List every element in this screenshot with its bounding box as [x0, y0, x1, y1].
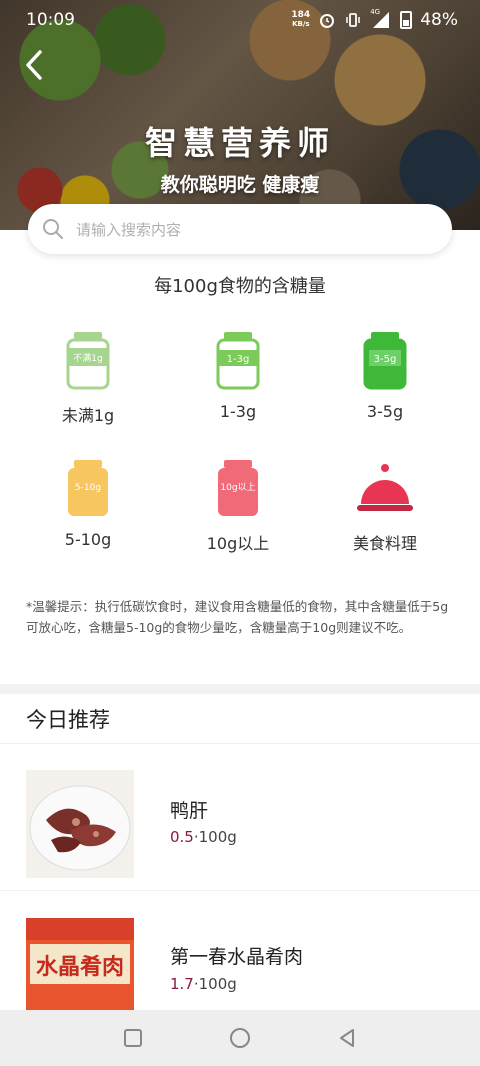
food-sugar: 1.7·100g: [170, 975, 237, 993]
circle-icon: [229, 1028, 250, 1048]
category-label: 美食料理: [352, 534, 417, 553]
data-speed-indicator: 184 KB/s: [291, 11, 310, 29]
search-placeholder: 请输入搜索内容: [76, 220, 182, 239]
food-image: 水晶肴肉: [26, 918, 134, 1010]
food-sugar: 0.5·100g: [170, 828, 237, 846]
battery-level: 48%: [420, 10, 458, 30]
jar-icon: 1-3g: [216, 332, 260, 390]
search-input[interactable]: 请输入搜索内容: [28, 204, 452, 254]
category-label: 5-10g: [64, 530, 112, 549]
sugar-value: 0.5: [170, 828, 194, 846]
category-3-5g[interactable]: 3-5g 3-5g: [325, 330, 445, 421]
jar-label: 1-3g: [227, 354, 250, 365]
category-over-10g[interactable]: 10g以上 10g以上: [178, 458, 298, 554]
food-image: [26, 770, 134, 878]
signal-label: 4G: [370, 8, 381, 16]
search-icon: [43, 219, 63, 239]
sugar-unit: ·100g: [193, 975, 237, 993]
triangle-back-icon: [339, 1029, 354, 1047]
jar-label: 5-10g: [75, 483, 101, 493]
chevron-left-icon: [26, 50, 42, 80]
package-text: 水晶肴肉: [36, 954, 124, 980]
sugar-unit: ·100g: [193, 828, 237, 846]
data-speed-value: 184: [291, 10, 311, 20]
recents-button[interactable]: [113, 1018, 153, 1058]
jar-label: 不满1g: [73, 353, 102, 364]
category-label: 1-3g: [219, 402, 257, 421]
hero-title: 智慧营养师: [144, 124, 335, 162]
category-1-3g[interactable]: 1-3g 1-3g: [178, 330, 298, 421]
jar-icon: 5-10g: [68, 460, 108, 516]
jar-icon: 不满1g: [66, 332, 110, 390]
data-speed-unit: KB/s: [292, 20, 310, 28]
status-time: 10:09: [26, 10, 75, 30]
section-divider: [0, 684, 480, 694]
divider: [0, 890, 480, 891]
battery-icon: [400, 11, 413, 29]
home-button[interactable]: [220, 1018, 260, 1058]
hero-subtitle: 教你聪明吃 健康瘦: [160, 174, 320, 196]
list-item[interactable]: 鸭肝 0.5·100g: [0, 744, 480, 891]
category-5-10g[interactable]: 5-10g 5-10g: [28, 458, 148, 549]
section-title: 每100g食物的含糖量: [154, 276, 326, 297]
category-label: 10g以上: [206, 534, 270, 553]
jar-icon: 3-5g: [363, 332, 407, 390]
category-label: 未满1g: [61, 406, 115, 425]
vibrate-icon: [344, 12, 362, 28]
food-name: 鸭肝: [170, 800, 209, 822]
sugar-value: 1.7: [170, 975, 194, 993]
category-cuisine[interactable]: 美食料理: [325, 458, 445, 554]
status-icons: 184 KB/s 4G 48%: [291, 8, 458, 30]
square-icon: [124, 1029, 143, 1047]
category-under-1g[interactable]: 不满1g 未满1g: [28, 330, 148, 426]
jar-label: 10g以上: [220, 482, 255, 493]
system-nav-bar: [0, 1010, 480, 1066]
jar-icon: 10g以上: [218, 460, 258, 516]
cloche-icon: [357, 464, 413, 511]
jar-label: 3-5g: [374, 354, 397, 365]
signal-icon: 4G: [370, 8, 392, 28]
back-button[interactable]: [20, 48, 52, 82]
tip-text: *温馨提示：执行低碳饮食时，建议食用含糖量低的食物，其中含糖量低于5g可放心吃，…: [26, 599, 449, 635]
alarm-icon: [318, 12, 336, 28]
status-bar: 10:09 184 KB/s 4G 48%: [0, 0, 480, 40]
back-nav-button[interactable]: [327, 1018, 367, 1058]
category-label: 3-5g: [366, 402, 404, 421]
food-name: 第一春水晶肴肉: [170, 946, 304, 968]
recommend-title: 今日推荐: [26, 708, 110, 732]
